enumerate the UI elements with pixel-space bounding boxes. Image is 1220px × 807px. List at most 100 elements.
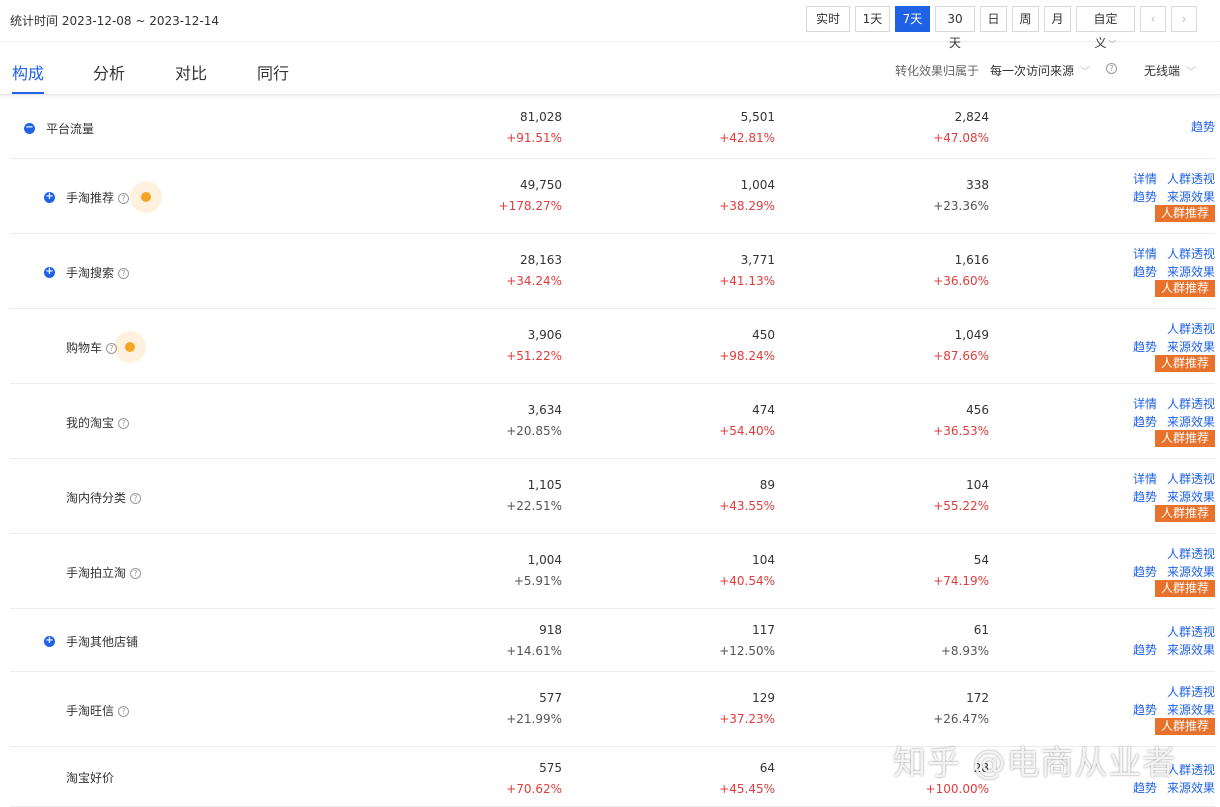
- help-icon[interactable]: ?: [130, 567, 142, 579]
- device-select[interactable]: 无线端 ﹀: [1144, 62, 1196, 79]
- table-row: 我的淘宝? 3,634 +20.85% 474 +54.40% 456 +36.53% 详情人…: [10, 384, 1215, 459]
- crowd-recommend-button[interactable]: 人群推荐: [1155, 430, 1215, 447]
- table-row: + 手淘搜索? 28,163 +34.24% 3,771 +41.13% 1,616 +36.…: [10, 234, 1215, 309]
- expand-icon[interactable]: +: [44, 191, 55, 203]
- trend-link[interactable]: 趋势: [1133, 263, 1157, 280]
- help-icon[interactable]: ?: [118, 267, 130, 279]
- source-effect-link[interactable]: 来源效果: [1167, 641, 1215, 658]
- tab-peers[interactable]: 同行: [257, 60, 289, 84]
- source-effect-link[interactable]: 来源效果: [1167, 413, 1215, 430]
- detail-link[interactable]: 详情: [1133, 470, 1157, 487]
- hint-dot-icon[interactable]: [130, 180, 162, 213]
- tab-analysis[interactable]: 分析: [93, 60, 125, 84]
- table-row: 手淘拍立淘? 1,004 +5.91% 104 +40.54% 54 +74.19% 人群透视…: [10, 534, 1215, 609]
- chevron-right-icon: ›: [1181, 12, 1187, 26]
- range-1day-button[interactable]: 1天: [855, 6, 890, 32]
- help-icon[interactable]: ?: [118, 417, 130, 429]
- trend-link[interactable]: 趋势: [1133, 188, 1157, 205]
- metric-value: 450: [752, 328, 775, 342]
- row-name: 我的淘宝?: [66, 414, 130, 431]
- trend-link[interactable]: 趋势: [1133, 413, 1157, 430]
- crowd-view-link[interactable]: 人群透视: [1167, 170, 1215, 187]
- source-effect-link[interactable]: 来源效果: [1167, 188, 1215, 205]
- metric-value: 117: [752, 623, 775, 637]
- metric-change: +100.00%: [925, 782, 989, 796]
- row-name-label: 手淘拍立淘: [66, 565, 127, 580]
- crowd-recommend-button[interactable]: 人群推荐: [1155, 580, 1215, 597]
- crowd-view-link[interactable]: 人群透视: [1167, 623, 1215, 640]
- device-value: 无线端: [1144, 64, 1181, 78]
- help-icon[interactable]: ?: [118, 192, 130, 204]
- row-name-label: 手淘旺信: [66, 703, 115, 718]
- help-icon[interactable]: ?: [130, 492, 142, 504]
- crowd-view-link[interactable]: 人群透视: [1167, 395, 1215, 412]
- hint-dot-icon[interactable]: [114, 330, 146, 363]
- trend-link[interactable]: 趋势: [1133, 701, 1157, 718]
- prev-period-button[interactable]: ‹: [1140, 6, 1166, 32]
- metric-change: +41.13%: [719, 274, 775, 288]
- trend-link[interactable]: 趋势: [1133, 641, 1157, 658]
- metric-change: +98.24%: [719, 349, 775, 363]
- crowd-recommend-button[interactable]: 人群推荐: [1155, 205, 1215, 222]
- metric-value: 104: [966, 478, 989, 492]
- attribution-select[interactable]: 每一次访问来源 ﹀: [990, 62, 1090, 79]
- row-name-label: 平台流量: [46, 121, 95, 136]
- source-effect-link[interactable]: 来源效果: [1167, 701, 1215, 718]
- tab-compare[interactable]: 对比: [175, 60, 207, 84]
- trend-link[interactable]: 趋势: [1133, 563, 1157, 580]
- row-name: 淘宝好价: [66, 769, 114, 786]
- help-icon[interactable]: ?: [118, 705, 130, 717]
- range-week-button[interactable]: 周: [1012, 6, 1039, 32]
- metric-change: +54.40%: [719, 424, 775, 438]
- row-name: 购物车?: [66, 339, 118, 356]
- metric-value: 456: [966, 403, 989, 417]
- crowd-recommend-button[interactable]: 人群推荐: [1155, 280, 1215, 297]
- trend-link[interactable]: 趋势: [1191, 118, 1215, 135]
- metric-value: 2,824: [954, 110, 989, 124]
- help-icon[interactable]: ?: [1106, 63, 1117, 74]
- crowd-view-link[interactable]: 人群透视: [1167, 320, 1215, 337]
- range-30day-button[interactable]: 30天: [935, 6, 975, 50]
- expand-icon[interactable]: +: [44, 266, 55, 278]
- crowd-view-link[interactable]: 人群透视: [1167, 683, 1215, 700]
- metric-change: +91.51%: [506, 131, 562, 145]
- row-name-label: 购物车: [66, 340, 103, 355]
- metric-value: 64: [759, 761, 775, 775]
- expand-icon[interactable]: +: [44, 635, 55, 647]
- metric-value: 172: [966, 691, 989, 705]
- collapse-icon[interactable]: −: [24, 122, 35, 134]
- crowd-view-link[interactable]: 人群透视: [1167, 545, 1215, 562]
- table-row: + 手淘其他店铺 918 +14.61% 117 +12.50% 61 +8.93% 人群透视趋…: [10, 609, 1215, 672]
- crowd-recommend-button[interactable]: 人群推荐: [1155, 355, 1215, 372]
- range-day-button[interactable]: 日: [980, 6, 1007, 32]
- metric-value: 1,105: [527, 478, 562, 492]
- detail-link[interactable]: 详情: [1133, 245, 1157, 262]
- detail-link[interactable]: 详情: [1133, 395, 1157, 412]
- source-effect-link[interactable]: 来源效果: [1167, 563, 1215, 580]
- source-effect-link[interactable]: 来源效果: [1167, 338, 1215, 355]
- range-custom-button[interactable]: 自定义 ﹀: [1076, 6, 1135, 50]
- range-realtime-button[interactable]: 实时: [806, 6, 850, 32]
- trend-link[interactable]: 趋势: [1133, 488, 1157, 505]
- metric-change: +74.19%: [933, 574, 989, 588]
- crowd-recommend-button[interactable]: 人群推荐: [1155, 505, 1215, 522]
- row-name: 平台流量: [46, 120, 94, 137]
- tab-composition[interactable]: 构成: [12, 60, 44, 84]
- row-name: 淘内待分类?: [66, 489, 142, 506]
- attribution-value: 每一次访问来源: [990, 64, 1075, 78]
- crowd-view-link[interactable]: 人群透视: [1167, 245, 1215, 262]
- metric-change: +55.22%: [933, 499, 989, 513]
- next-period-button[interactable]: ›: [1171, 6, 1197, 32]
- source-effect-link[interactable]: 来源效果: [1167, 263, 1215, 280]
- crowd-view-link[interactable]: 人群透视: [1167, 470, 1215, 487]
- stat-time: 统计时间 2023-12-08 ~ 2023-12-14: [10, 14, 219, 28]
- crowd-recommend-button[interactable]: 人群推荐: [1155, 718, 1215, 735]
- trend-link[interactable]: 趋势: [1133, 338, 1157, 355]
- range-month-button[interactable]: 月: [1044, 6, 1071, 32]
- range-buttons: 实时 1天 7天 30天 日 周 月 自定义 ﹀ ‹ ›: [806, 6, 1202, 50]
- source-effect-link[interactable]: 来源效果: [1167, 488, 1215, 505]
- detail-link[interactable]: 详情: [1133, 170, 1157, 187]
- row-name: 手淘其他店铺: [66, 633, 138, 650]
- range-7day-button[interactable]: 7天: [895, 6, 930, 32]
- metric-value: 54: [973, 553, 989, 567]
